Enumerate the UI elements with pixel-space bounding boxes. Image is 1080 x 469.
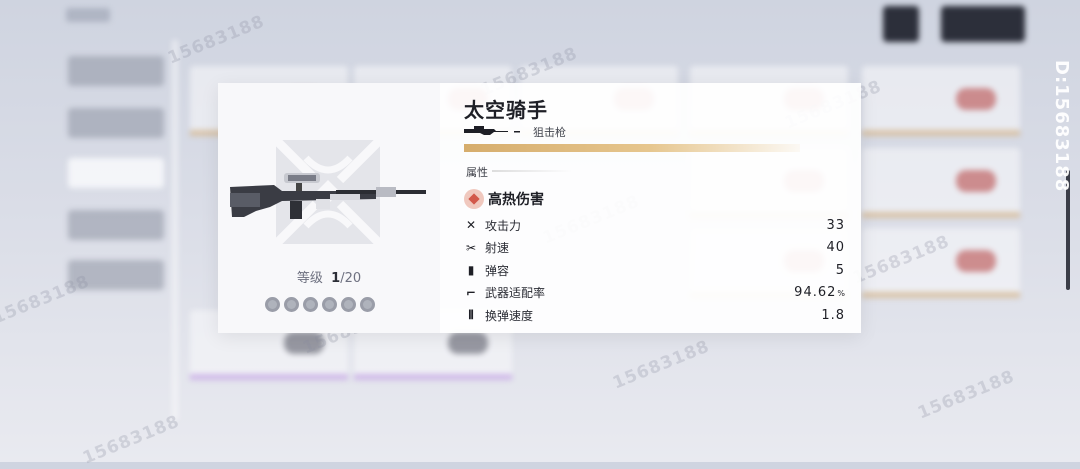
attributes-divider <box>492 170 572 172</box>
stat-row-attack: ✕ 攻击力 33 <box>464 214 846 237</box>
stat-name: 射速 <box>485 241 510 256</box>
sniper-type-icon <box>464 126 520 135</box>
bg-top-button[interactable] <box>883 6 919 42</box>
stat-name: 攻击力 <box>485 218 522 233</box>
sniper-rifle-image <box>230 173 426 219</box>
weapon-detail-panel: 等级 1/20 太空骑手 狙击枪 属性 高热伤害 ✕ 攻击力 33 ✂ 射速 4… <box>218 83 861 333</box>
weapon-fit-icon: ⌐ <box>465 285 477 300</box>
bg-tab[interactable] <box>68 56 164 86</box>
level-label: 等级 <box>296 271 323 286</box>
bg-divider <box>172 40 178 420</box>
bg-tab[interactable] <box>68 210 164 240</box>
stats-list: ✕ 攻击力 33 ✂ 射速 40 ▮ 弹容 5 ⌐ 武器适配率 94.62% ⦀ <box>464 214 846 327</box>
stat-value: 33 <box>826 217 845 233</box>
weapon-info: 太空骑手 狙击枪 属性 高热伤害 ✕ 攻击力 33 ✂ 射速 40 ▮ 弹容 5… <box>440 83 861 333</box>
stat-value: 40 <box>826 240 845 256</box>
weapon-preview: 等级 1/20 <box>218 83 440 333</box>
level-current: 1 <box>331 271 341 286</box>
star-rating <box>265 297 375 312</box>
stat-value: 94.62% <box>794 285 846 301</box>
bg-weapon-card[interactable] <box>862 148 1020 218</box>
stat-value: 1.8 <box>821 307 845 323</box>
star-icon <box>322 297 337 312</box>
fire-rate-icon: ✂ <box>465 240 477 255</box>
stat-row-magazine: ▮ 弹容 5 <box>464 259 846 282</box>
magazine-icon: ▮ <box>467 263 475 278</box>
star-icon <box>360 297 375 312</box>
weapon-name: 太空骑手 <box>464 98 548 122</box>
attack-icon: ✕ <box>465 218 477 233</box>
weapon-type: 狙击枪 <box>533 126 566 139</box>
element-row: 高热伤害 <box>464 189 544 209</box>
stat-name: 弹容 <box>485 263 510 278</box>
star-icon <box>284 297 299 312</box>
bg-top-button[interactable] <box>941 6 1025 42</box>
stat-row-weapon-fit: ⌐ 武器适配率 94.62% <box>464 282 846 305</box>
level-display: 等级 1/20 <box>218 267 440 286</box>
rarity-bar <box>464 144 800 152</box>
stat-name: 换弹速度 <box>485 308 534 323</box>
star-icon <box>341 297 356 312</box>
bg-tab[interactable] <box>68 108 164 138</box>
bg-weapon-card[interactable] <box>862 66 1020 136</box>
element-name: 高热伤害 <box>488 192 544 208</box>
stat-name: 武器适配率 <box>485 286 546 301</box>
reload-icon: ⦀ <box>468 307 474 322</box>
level-max: /20 <box>340 271 362 286</box>
fire-element-icon <box>464 189 484 209</box>
star-icon <box>265 297 280 312</box>
bg-tab-active[interactable] <box>68 158 164 188</box>
stat-row-reload: ⦀ 换弹速度 1.8 <box>464 304 846 327</box>
stat-value: 5 <box>835 262 845 278</box>
bg-title <box>66 8 110 22</box>
star-icon <box>303 297 318 312</box>
attributes-label: 属性 <box>466 166 488 179</box>
side-watermark: D:15683188 <box>1051 60 1072 193</box>
stat-row-fire-rate: ✂ 射速 40 <box>464 237 846 260</box>
